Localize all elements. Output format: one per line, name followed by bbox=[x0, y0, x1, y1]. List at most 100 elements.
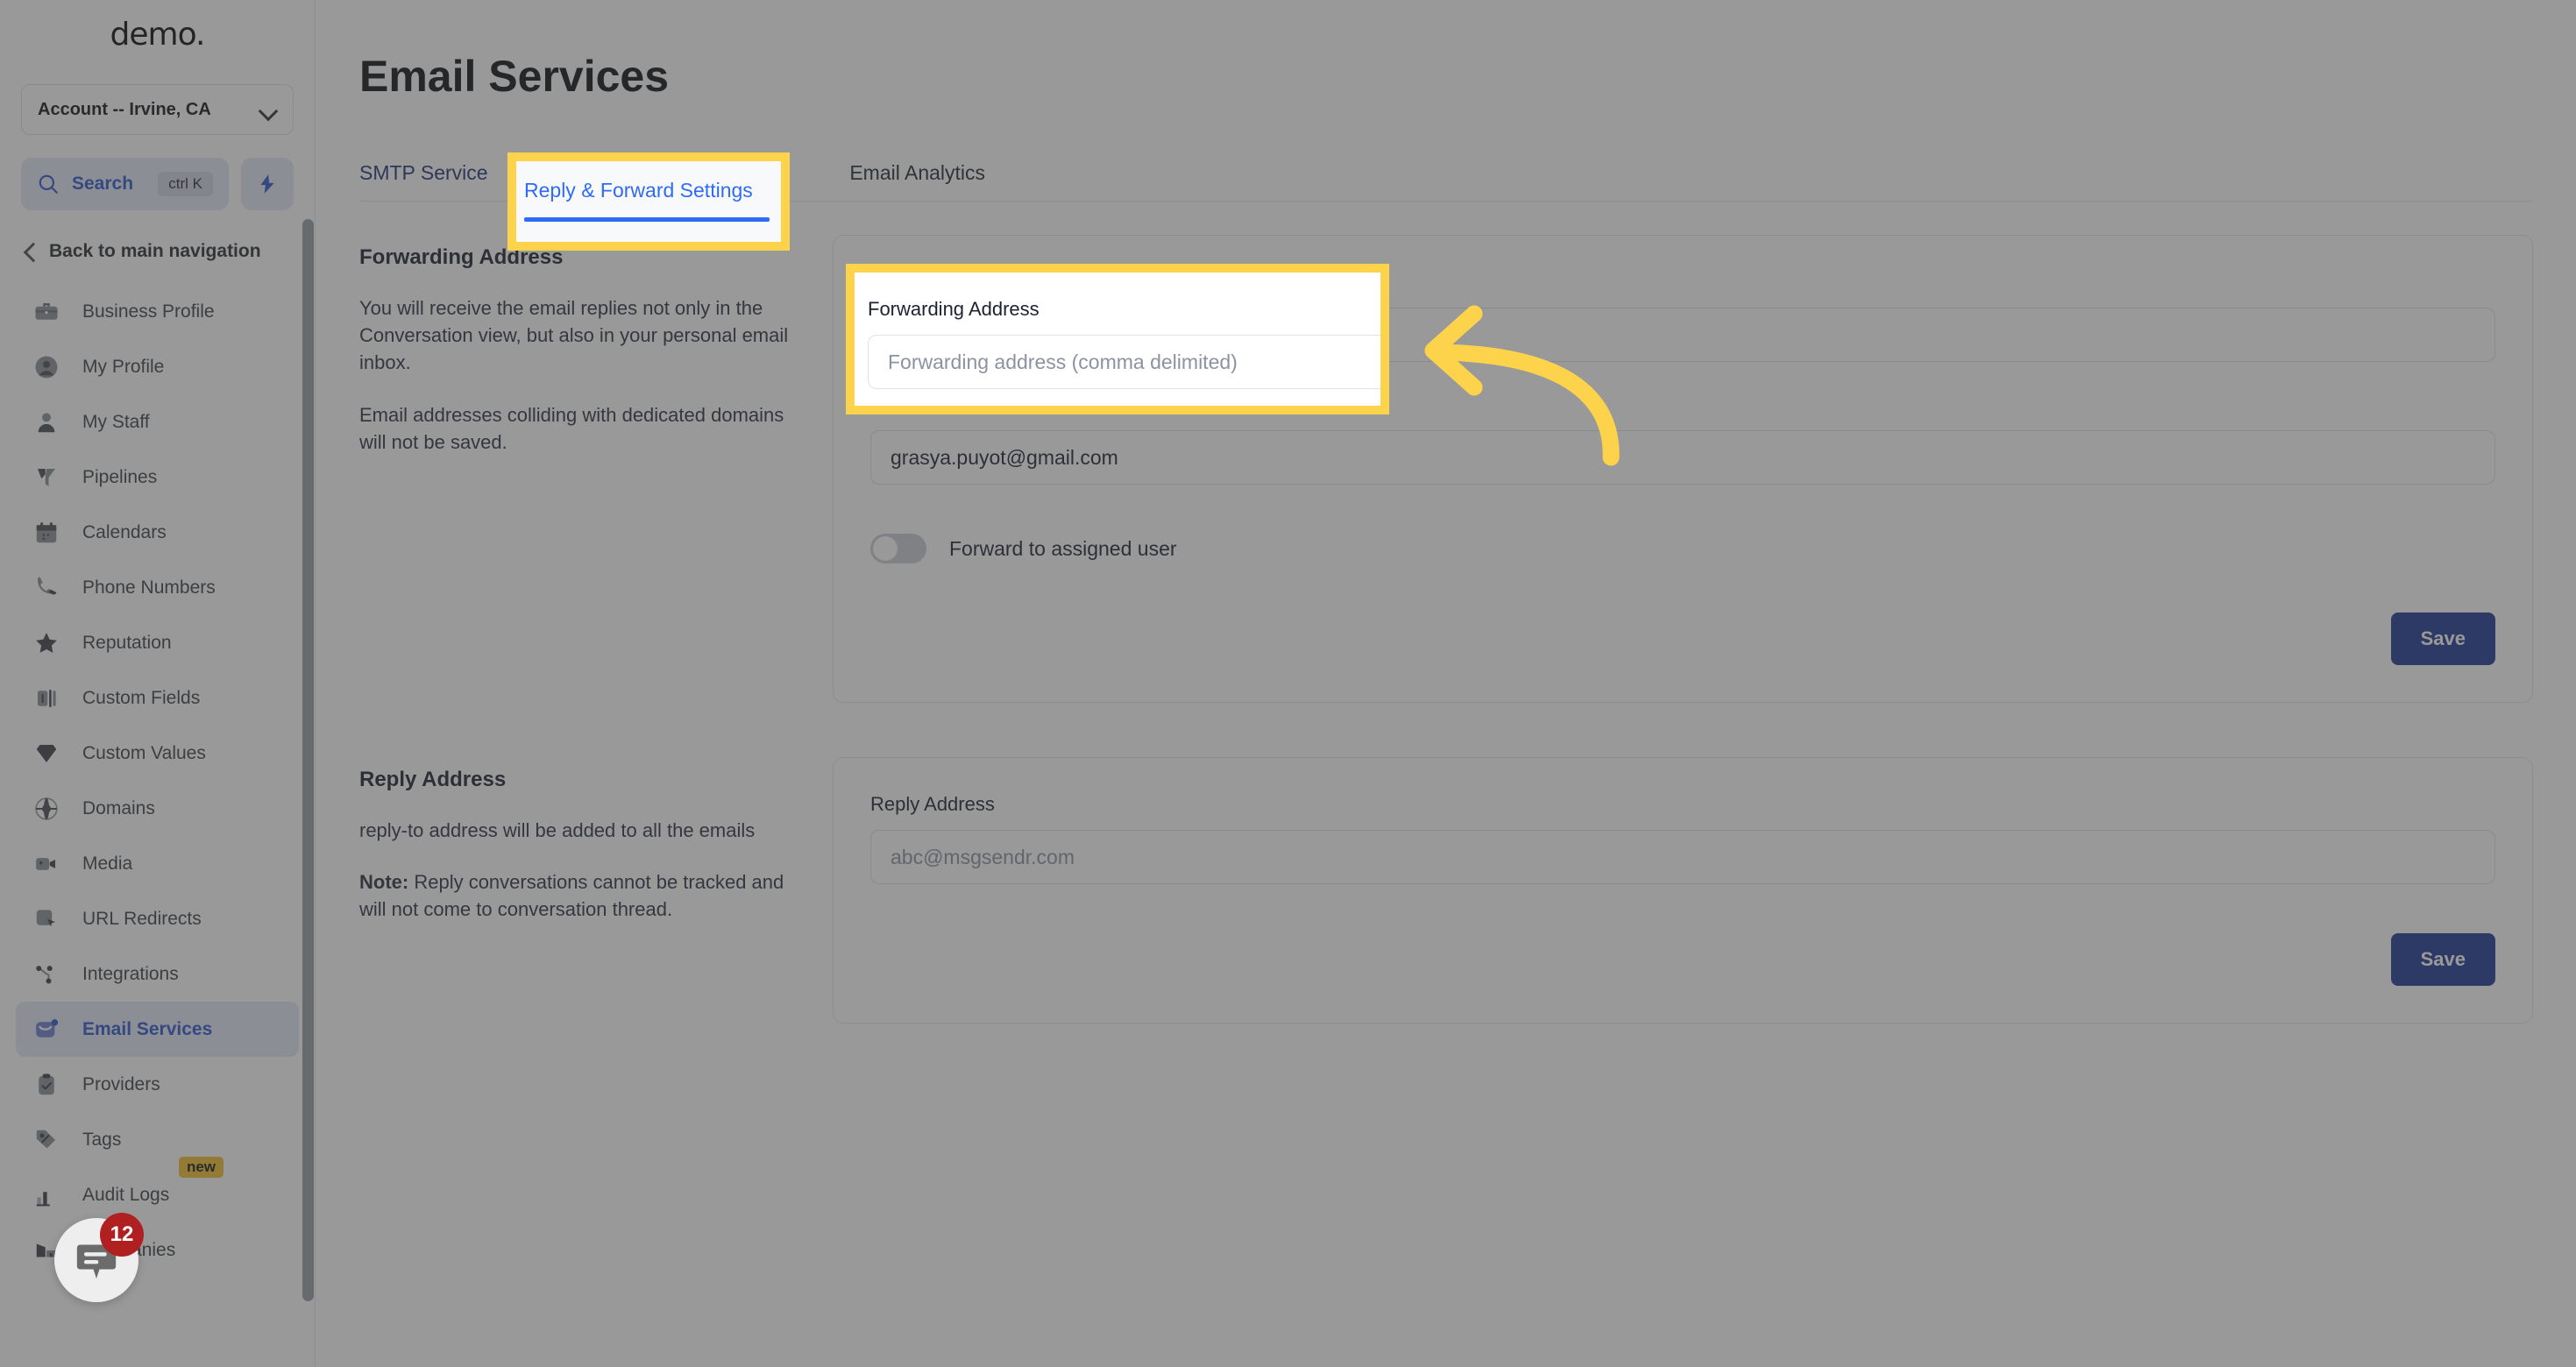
tab-smtp-service[interactable]: SMTP Service bbox=[359, 161, 488, 201]
sidebar: demo. Account -- Irvine, CA Search ctrl … bbox=[0, 0, 316, 1367]
reply-address-section: Reply Address reply-to address will be a… bbox=[359, 757, 2533, 1023]
search-shortcut: ctrl K bbox=[158, 172, 213, 196]
account-label: Account -- Irvine, CA bbox=[38, 99, 211, 119]
back-nav-label: Back to main navigation bbox=[49, 241, 261, 261]
sidebar-item-email-services[interactable]: Email Services bbox=[16, 1002, 299, 1057]
sidebar-item-my-profile[interactable]: My Profile bbox=[16, 339, 299, 394]
sidebar-item-label: Custom Fields bbox=[82, 687, 201, 708]
globe-icon bbox=[32, 794, 61, 824]
account-selector[interactable]: Account -- Irvine, CA bbox=[21, 84, 294, 135]
mail-dot-icon bbox=[32, 1015, 61, 1045]
reply-address-group: Reply Address abc@msgsendr.com bbox=[870, 793, 2495, 884]
sidebar-nav-list: Business Profile My Profile My Staff Pip… bbox=[0, 284, 315, 1278]
user-circle-icon bbox=[32, 352, 61, 382]
brand-logo: demo. bbox=[0, 0, 315, 68]
sidebar-item-label: Reputation bbox=[82, 632, 172, 653]
toggle-knob bbox=[873, 536, 898, 561]
sidebar-item-url-redirects[interactable]: URL Redirects bbox=[16, 891, 299, 946]
sidebar-item-label: Domains bbox=[82, 797, 155, 818]
sidebar-item-label: Audit Logs bbox=[82, 1184, 170, 1205]
tab-email-analytics[interactable]: Email Analytics bbox=[849, 161, 985, 201]
tab-bar: SMTP Service Reply & Forward Settings Em… bbox=[359, 147, 2533, 202]
chat-widget-button[interactable]: 12 bbox=[54, 1213, 144, 1302]
sidebar-item-label: My Profile bbox=[82, 356, 165, 377]
sidebar-item-integrations[interactable]: Integrations bbox=[16, 946, 299, 1002]
forwarding-card-actions: Save bbox=[870, 613, 2495, 665]
search-input[interactable]: Search ctrl K bbox=[21, 158, 229, 210]
sidebar-item-label: My Staff bbox=[82, 411, 150, 432]
sidebar-item-providers[interactable]: Providers bbox=[16, 1057, 299, 1112]
chevron-down-icon bbox=[259, 104, 277, 115]
sidebar-item-label: Media bbox=[82, 853, 133, 874]
sidebar-item-label: Custom Values bbox=[82, 742, 206, 763]
briefcase-icon bbox=[32, 297, 61, 327]
sidebar-item-label: Email Services bbox=[82, 1018, 213, 1039]
reply-card-actions: Save bbox=[870, 933, 2495, 986]
forward-to-assigned-user-row: Forward to assigned user bbox=[870, 534, 2495, 563]
video-icon bbox=[32, 849, 61, 879]
page-title: Email Services bbox=[359, 52, 670, 101]
sidebar-scrollbar[interactable] bbox=[302, 219, 314, 1301]
reply-note-prefix: Note: bbox=[359, 871, 409, 894]
diamond-icon bbox=[32, 739, 61, 768]
sidebar-item-reputation[interactable]: Reputation bbox=[16, 615, 299, 670]
sidebar-item-custom-values[interactable]: Custom Values bbox=[16, 726, 299, 781]
main-content: Email Services SMTP Service Reply & Forw… bbox=[316, 0, 2576, 1367]
sidebar-item-label: Calendars bbox=[82, 521, 167, 542]
sidebar-item-domains[interactable]: Domains bbox=[16, 781, 299, 836]
sidebar-item-label: Tags bbox=[82, 1129, 122, 1150]
sidebar-item-custom-fields[interactable]: Custom Fields bbox=[16, 670, 299, 726]
fields-icon bbox=[32, 684, 61, 713]
status-badge: new bbox=[178, 1157, 224, 1178]
sidebar-item-label: Business Profile bbox=[82, 301, 215, 322]
section-heading: Reply Address bbox=[359, 768, 507, 791]
search-row: Search ctrl K bbox=[21, 158, 294, 210]
sidebar-item-pipelines[interactable]: Pipelines bbox=[16, 450, 299, 505]
forwarding-address-input[interactable]: Forwarding address (comma delimited) bbox=[870, 308, 2495, 362]
toggle-label: Forward to assigned user bbox=[949, 536, 1177, 560]
sidebar-item-business-profile[interactable]: Business Profile bbox=[16, 284, 299, 339]
reply-paragraph-1: reply-to address will be added to all th… bbox=[359, 819, 756, 841]
forwarding-card: Forwarding Address Forwarding address (c… bbox=[833, 235, 2533, 703]
chart-bar-icon bbox=[32, 1180, 61, 1210]
calendar-icon bbox=[32, 518, 61, 548]
lightning-bolt-icon bbox=[260, 174, 274, 194]
quick-actions-button[interactable] bbox=[241, 158, 294, 210]
back-to-main-navigation[interactable]: Back to main navigation bbox=[18, 233, 294, 270]
sidebar-item-audit-logs[interactable]: Audit Logs new bbox=[16, 1157, 299, 1222]
sidebar-item-label: URL Redirects bbox=[82, 908, 202, 929]
search-icon bbox=[39, 174, 58, 194]
reply-address-input[interactable]: abc@msgsendr.com bbox=[870, 830, 2495, 884]
search-label: Search bbox=[72, 174, 134, 194]
forwarding-paragraph-2: Email addresses colliding with dedicated… bbox=[359, 403, 784, 453]
funnel-icon bbox=[32, 463, 61, 492]
sidebar-item-calendars[interactable]: Calendars bbox=[16, 505, 299, 560]
forward-to-assigned-user-toggle[interactable] bbox=[870, 534, 926, 563]
sidebar-item-my-staff[interactable]: My Staff bbox=[16, 394, 299, 450]
forwarding-address-section: Forwarding Address You will receive the … bbox=[359, 235, 2533, 703]
forwarding-paragraph-1: You will receive the email replies not o… bbox=[359, 297, 789, 374]
chat-unread-count: 12 bbox=[100, 1213, 144, 1257]
section-heading: Forwarding Address bbox=[359, 245, 564, 269]
sidebar-item-media[interactable]: Media bbox=[16, 836, 299, 891]
bcc-emails-group: BCC Emails grasya.puyot@gmail.com bbox=[870, 393, 2495, 485]
save-forwarding-button[interactable]: Save bbox=[2390, 613, 2495, 665]
nodes-icon bbox=[32, 960, 61, 989]
cursor-square-icon bbox=[32, 904, 61, 934]
app-root: demo. Account -- Irvine, CA Search ctrl … bbox=[0, 0, 2576, 1367]
tab-reply-forward-settings[interactable]: Reply & Forward Settings bbox=[554, 161, 783, 202]
bcc-emails-input[interactable]: grasya.puyot@gmail.com bbox=[870, 430, 2495, 485]
forwarding-address-label: Forwarding Address bbox=[870, 271, 1042, 293]
sidebar-item-label: Pipelines bbox=[82, 466, 158, 487]
save-reply-button[interactable]: Save bbox=[2390, 933, 2495, 986]
reply-address-label: Reply Address bbox=[870, 793, 995, 815]
sidebar-item-label: Phone Numbers bbox=[82, 577, 216, 598]
sidebar-item-label: Integrations bbox=[82, 963, 179, 984]
user-icon bbox=[32, 407, 61, 437]
sidebar-item-tags[interactable]: Tags bbox=[16, 1112, 299, 1167]
sidebar-item-phone-numbers[interactable]: Phone Numbers bbox=[16, 560, 299, 615]
bcc-emails-label: BCC Emails bbox=[870, 393, 975, 415]
forwarding-description: Forwarding Address You will receive the … bbox=[359, 235, 833, 703]
phone-icon bbox=[32, 573, 61, 603]
reply-note: Note: Reply conversations cannot be trac… bbox=[359, 868, 789, 923]
